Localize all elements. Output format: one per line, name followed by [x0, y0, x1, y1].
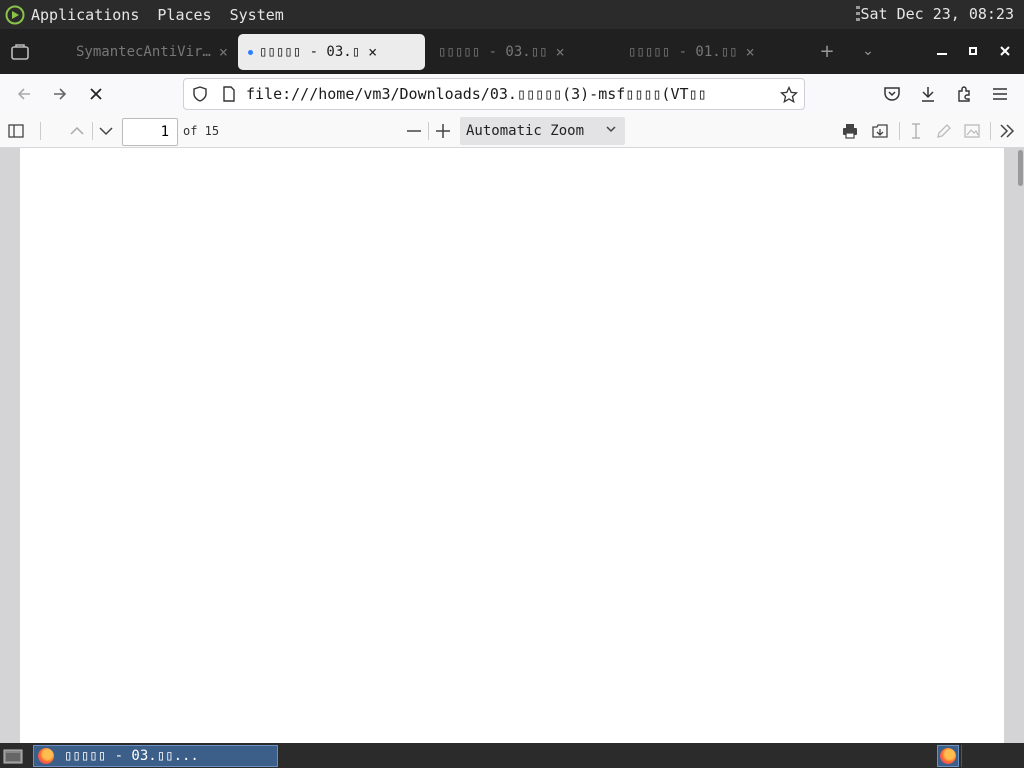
- new-tab-button[interactable]: +: [817, 41, 837, 62]
- taskbar: ▯▯▯▯▯ - 03.▯▯...: [0, 743, 1024, 768]
- page-number-input[interactable]: [122, 118, 178, 146]
- close-icon[interactable]: ×: [746, 43, 755, 61]
- plus-icon: [436, 124, 450, 138]
- pocket-icon: [884, 87, 900, 101]
- clock[interactable]: Sat Dec 23, 08:23: [860, 5, 1014, 23]
- text-tool-button[interactable]: [904, 119, 928, 143]
- places-menu[interactable]: Places: [157, 6, 211, 24]
- close-icon[interactable]: ×: [556, 43, 565, 61]
- separator: [990, 122, 991, 140]
- tab-label: ▯▯▯▯▯ - 03.▯: [259, 44, 361, 60]
- chevron-up-icon: [70, 126, 84, 135]
- zoom-select[interactable]: Automatic Zoom: [460, 117, 625, 145]
- separator: [428, 122, 429, 140]
- close-icon: [1000, 46, 1010, 56]
- tab-label: ▯▯▯▯▯ - 01.▯▯: [628, 44, 738, 60]
- tab-label: ▯▯▯▯▯ - 03.▯▯: [438, 44, 548, 60]
- workspace-switcher-empty[interactable]: [961, 745, 1021, 767]
- separator: [899, 122, 900, 140]
- text-cursor-icon: [912, 123, 920, 139]
- panel-menus: Applications Places System: [31, 6, 293, 24]
- previous-page-button[interactable]: [65, 119, 89, 143]
- close-icon[interactable]: ×: [219, 43, 228, 61]
- separator: [40, 122, 41, 140]
- stop-icon: [90, 88, 102, 100]
- scrollbar-thumb[interactable]: [1018, 150, 1023, 186]
- save-button[interactable]: [868, 119, 892, 143]
- extensions-button[interactable]: [950, 80, 978, 108]
- print-icon: [843, 124, 857, 139]
- tab-4[interactable]: ▯▯▯▯▯ - 01.▯▯ ×: [618, 34, 800, 70]
- bookmark-star-icon[interactable]: [780, 86, 798, 104]
- minimize-button[interactable]: [932, 41, 952, 61]
- panel-grip: [856, 6, 860, 24]
- url-text[interactable]: file:///home/vm3/Downloads/03.▯▯▯▯▯(3)-m…: [246, 85, 766, 103]
- tab-3[interactable]: ▯▯▯▯▯ - 03.▯▯ ×: [428, 34, 608, 70]
- page-count: of 15: [183, 124, 220, 138]
- taskbar-window-button[interactable]: ▯▯▯▯▯ - 03.▯▯...: [33, 745, 278, 767]
- zoom-in-button[interactable]: [431, 119, 455, 143]
- show-desktop-icon[interactable]: [3, 748, 23, 764]
- chevron-down-icon: [606, 126, 616, 133]
- draw-tool-button[interactable]: [932, 119, 956, 143]
- minus-icon: [407, 130, 421, 132]
- list-all-tabs-icon[interactable]: ⌄: [858, 41, 878, 61]
- close-icon[interactable]: ×: [368, 43, 377, 61]
- next-page-button[interactable]: [94, 119, 118, 143]
- menu-button[interactable]: [986, 80, 1014, 108]
- firefox-icon: [38, 748, 54, 764]
- zoom-out-button[interactable]: [402, 119, 426, 143]
- stop-button[interactable]: [82, 80, 110, 108]
- save-download-icon: [872, 124, 888, 138]
- image-icon: [964, 124, 980, 138]
- url-bar[interactable]: file:///home/vm3/Downloads/03.▯▯▯▯▯(3)-m…: [183, 78, 805, 110]
- zoom-value: Automatic Zoom: [466, 123, 585, 139]
- taskbar-window-title: ▯▯▯▯▯ - 03.▯▯...: [64, 748, 199, 764]
- tab-strip: SymantecAntiVir… × ▯▯▯▯▯ - 03.▯ × ▯▯▯▯▯ …: [0, 29, 1024, 74]
- shield-icon[interactable]: [192, 86, 208, 102]
- puzzle-icon: [958, 86, 970, 102]
- tab-symantec[interactable]: SymantecAntiVir… ×: [66, 34, 236, 70]
- maximize-icon: [969, 47, 977, 55]
- pdf-page[interactable]: [20, 148, 1004, 743]
- firefox-icon: [940, 748, 956, 764]
- pdf-toolbar: of 15 Automatic Zoom: [0, 114, 1024, 148]
- pocket-button[interactable]: [878, 80, 906, 108]
- pdf-viewer[interactable]: [0, 148, 1024, 743]
- minimize-icon: [937, 53, 947, 55]
- image-tool-button[interactable]: [960, 119, 984, 143]
- sidebar-icon: [8, 124, 24, 138]
- forward-button[interactable]: [46, 80, 74, 108]
- download-icon: [922, 87, 934, 102]
- chevron-down-icon: [99, 127, 113, 136]
- attention-dot-icon: [248, 49, 253, 55]
- system-menu[interactable]: System: [230, 6, 284, 24]
- sidebar-toggle-button[interactable]: [4, 119, 28, 143]
- maximize-button[interactable]: [963, 41, 983, 61]
- print-button[interactable]: [838, 119, 862, 143]
- hamburger-icon: [993, 88, 1007, 100]
- top-panel: Applications Places System Sat Dec 23, 0…: [0, 0, 1024, 29]
- pencil-icon: [937, 124, 951, 138]
- back-arrow-icon: [17, 88, 30, 100]
- distro-logo-icon[interactable]: [5, 5, 25, 25]
- firefox-view-icon: [11, 43, 29, 60]
- tab-label: SymantecAntiVir…: [76, 44, 211, 60]
- tools-menu-button[interactable]: [995, 119, 1019, 143]
- firefox-view-button[interactable]: [0, 29, 40, 74]
- back-button[interactable]: [10, 80, 38, 108]
- separator: [92, 122, 93, 140]
- navigation-toolbar: file:///home/vm3/Downloads/03.▯▯▯▯▯(3)-m…: [0, 74, 1024, 114]
- tab-active[interactable]: ▯▯▯▯▯ - 03.▯ ×: [238, 34, 425, 70]
- page-icon: [223, 86, 235, 102]
- workspace-switcher[interactable]: [937, 745, 959, 767]
- double-chevron-right-icon: [1000, 124, 1015, 138]
- close-window-button[interactable]: [995, 41, 1015, 61]
- applications-menu[interactable]: Applications: [31, 6, 139, 24]
- forward-arrow-icon: [54, 88, 67, 100]
- downloads-button[interactable]: [914, 80, 942, 108]
